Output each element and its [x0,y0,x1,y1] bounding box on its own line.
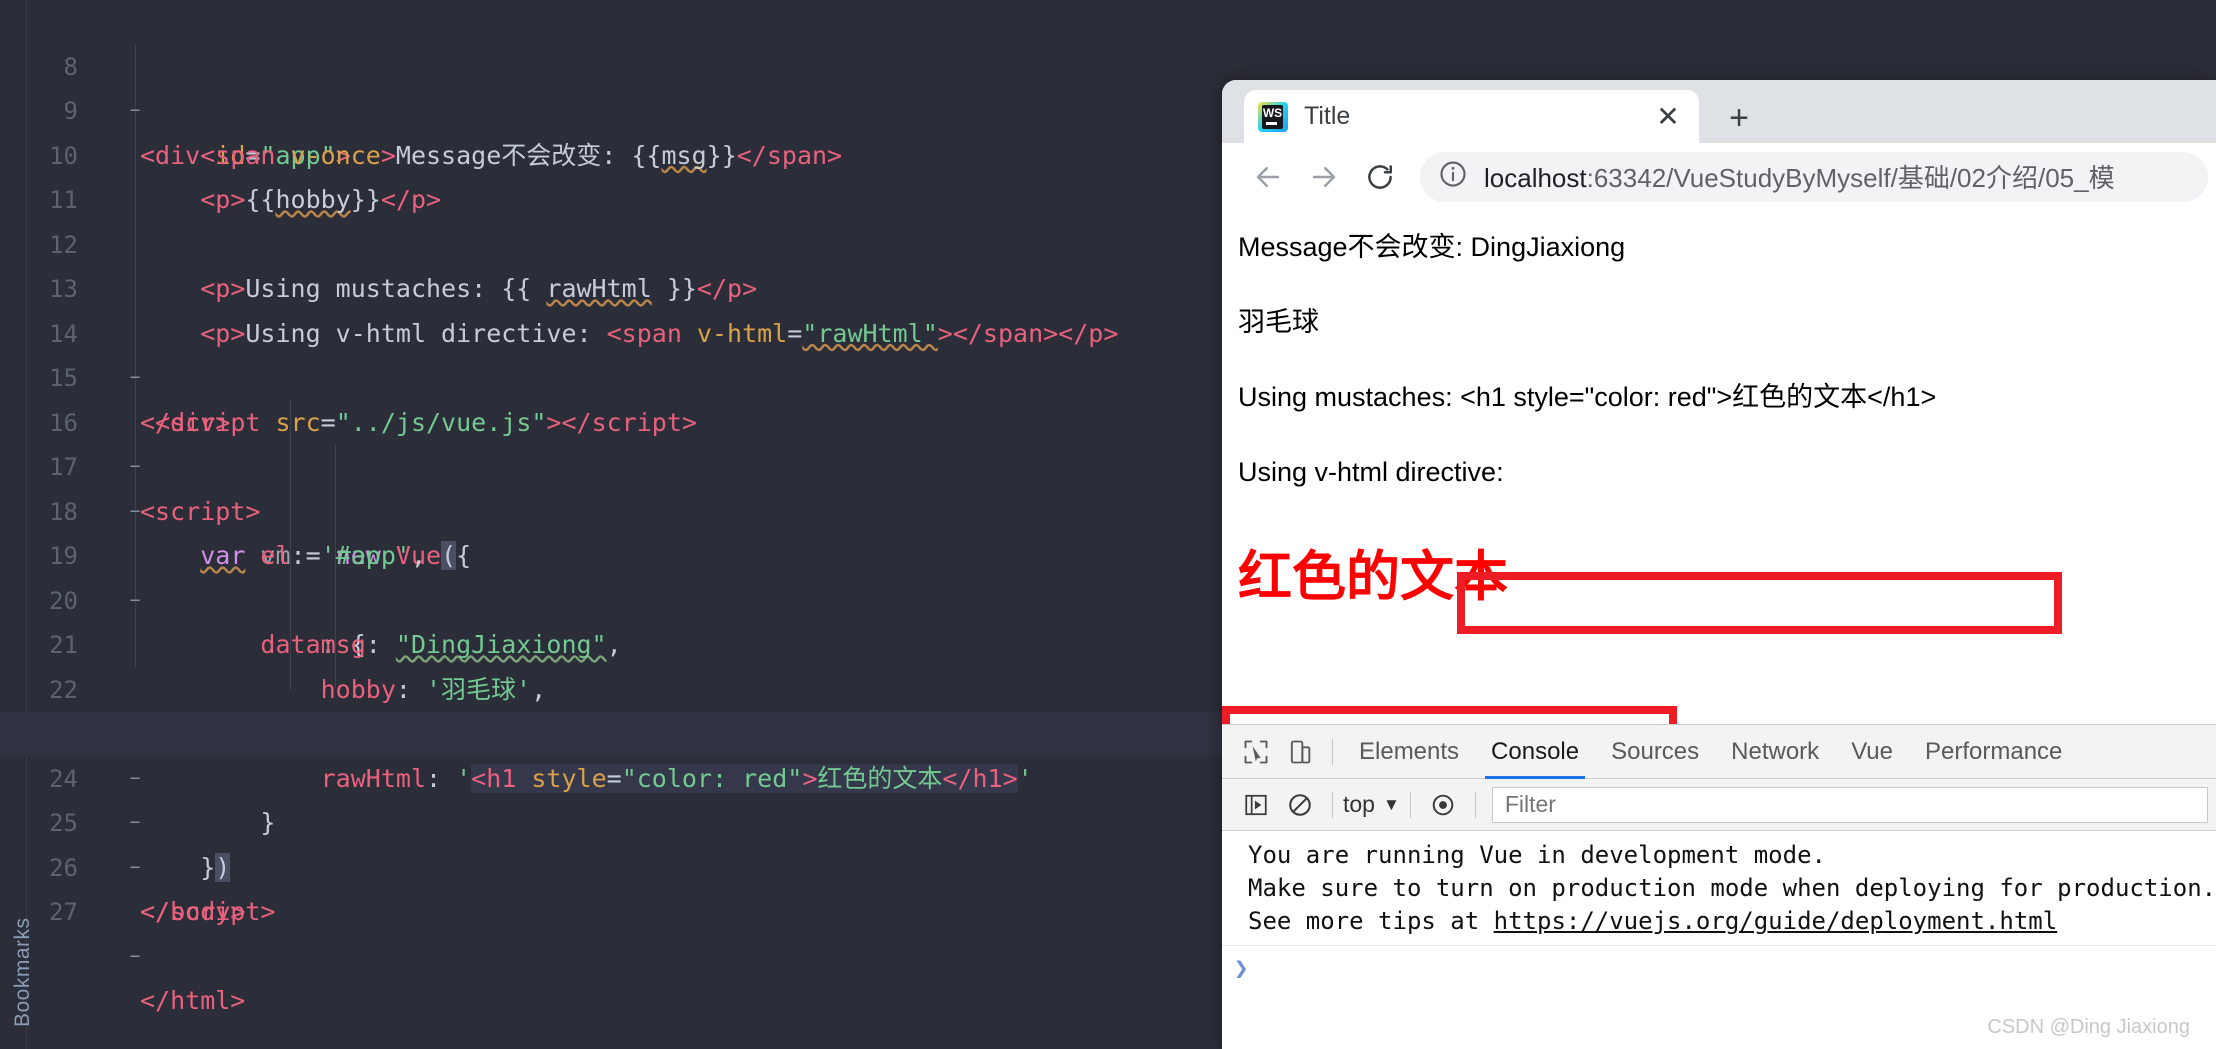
divider [1332,738,1333,765]
console-message: You are running Vue in development mode. [1248,841,1826,869]
favicon-label: WS [1262,104,1283,129]
execute-snippet-icon[interactable] [1234,783,1278,827]
message-text: Message不会改变: DingJiaxiong [1238,232,1626,262]
page-paragraph-4: Using v-html directive: [1238,457,2216,488]
browser-tab[interactable]: WS Title ✕ [1244,90,1699,143]
code-line[interactable]: 16 − <script> [0,356,1222,526]
page-paragraph-2: 羽毛球 [1238,307,2216,338]
code-line[interactable]: 8 − <div id="app"> [0,0,1222,170]
code-line-current[interactable]: 24 − }) [0,712,1222,882]
forward-arrow-icon[interactable] [1296,149,1352,205]
tab-sources[interactable]: Sources [1595,725,1715,779]
page-viewport: Message不会改变: DingJiaxiong 羽毛球 Using must… [1222,210,2216,724]
webstorm-favicon-icon: WS [1258,101,1288,132]
prompt-arrow-icon: ❯ [1234,954,1249,982]
tab-console[interactable]: Console [1475,725,1595,779]
new-tab-icon[interactable]: + [1717,96,1761,140]
address-bar-url: localhost:63342/VueStudyByMyself/基础/02介绍… [1484,158,2115,195]
vue-deployment-link[interactable]: https://vuejs.org/guide/deployment.html [1494,907,2058,935]
console-toolbar: top ▼ Filter [1222,779,2216,831]
code-line[interactable]: 14 − </div> [0,267,1222,437]
csdn-watermark: CSDN @Ding Jiaxiong [1987,1016,2190,1038]
code-line[interactable]: 26 </body> [0,801,1222,927]
devtools-panel: Elements Console Sources Network Vue Per… [1222,724,2216,1049]
code-line[interactable]: 9 <span v-once>Message不会改变: {{msg}}</spa… [0,45,1222,170]
console-tips-prefix: See more tips at [1248,907,1494,935]
browser-tab-title: Title [1304,102,1351,130]
page-paragraph-3: Using mustaches: <h1 style="color: red">… [1238,382,2216,413]
tab-vue[interactable]: Vue [1835,725,1909,779]
code-text: </html> [140,986,246,1015]
divider [1409,791,1411,818]
mustaches-text: Using mustaches: <h1 style="color: red">… [1238,382,2216,413]
hobby-text: 羽毛球 [1238,307,1319,338]
annotation-box-heading [1222,706,1677,724]
fold-marker[interactable]: − [126,935,144,980]
code-line[interactable]: 10 <p>{{hobby}}</p> [0,89,1222,215]
url-host: localhost [1484,163,1587,193]
code-line[interactable]: 11 [0,134,1222,214]
console-filter-placeholder: Filter [1504,791,1556,817]
tab-elements[interactable]: Elements [1343,725,1475,779]
code-line[interactable]: 23 − } [0,668,1222,837]
code-line[interactable]: 27 − </html> [0,846,1222,1015]
clear-console-icon[interactable] [1278,783,1322,827]
close-icon[interactable]: ✕ [1651,100,1685,134]
browser-window: WS Title ✕ + localhost:63342/VueStudyByM… [1222,80,2216,1049]
site-info-icon[interactable] [1438,159,1468,194]
line-number: 27 [49,898,78,926]
code-line[interactable]: 20 msg: "DingJiaxiong", [0,534,1222,660]
devtools-tabbar: Elements Console Sources Network Vue Per… [1222,725,2216,779]
code-line[interactable]: 17 − var vm = new Vue({ [0,401,1222,570]
divider [1474,791,1476,818]
reload-icon[interactable] [1352,149,1408,205]
divider [1332,791,1333,818]
back-arrow-icon[interactable] [1240,149,1296,205]
url-path: :63342/VueStudyByMyself/基础/02介绍/05_模 [1586,163,2115,193]
browser-tab-strip: WS Title ✕ + [1222,80,2216,143]
ide-editor-pane: Bookmarks 8 − <div id="app"> 9 <span v-o… [0,0,1222,1049]
console-filter-input[interactable]: Filter [1491,786,2208,823]
code-line[interactable]: 25 − </script> [0,757,1222,926]
page-paragraph-1: Message不会改变: DingJiaxiong [1238,232,2216,263]
inspect-cursor-icon[interactable] [1234,730,1278,774]
screenshot-root: Bookmarks 8 − <div id="app"> 9 <span v-o… [0,0,2216,1049]
code-line[interactable]: 22 rawHtml: '<h1 style="color: red">红色的文… [0,623,1222,793]
console-message: See more tips at https://vuejs.org/guide… [1248,905,2216,938]
tab-performance[interactable]: Performance [1909,725,2078,779]
device-toolbar-icon[interactable] [1278,730,1322,774]
tab-network[interactable]: Network [1715,725,1835,779]
code-line[interactable]: 18 el: '#app', [0,445,1222,571]
mustaches-label: Using mustaches: [1238,382,1461,413]
browser-toolbar: localhost:63342/VueStudyByMyself/基础/02介绍… [1222,143,2216,210]
red-heading: 红色的文本 [1238,547,1508,608]
mustaches-raw-value: <h1 style="color: red">红色的文本</h1> [1460,382,1937,413]
code-line[interactable]: 19 − data: { [0,490,1222,659]
code-line[interactable]: 12 <p>Using mustaches: {{ rawHtml }}</p> [0,178,1222,304]
code-line[interactable]: 13 <p>Using v-html directive: <span v-ht… [0,223,1222,348]
page-heading-row: 红色的文本 [1238,532,2216,611]
chevron-down-icon: ▼ [1382,794,1400,814]
code-line[interactable]: 15 <script src="../js/vue.js"></script> [0,312,1222,437]
console-context-selector[interactable]: top ▼ [1343,791,1400,818]
code-line[interactable]: 21 hobby: '羽毛球', [0,579,1222,704]
live-expression-icon[interactable] [1421,783,1465,827]
console-output: You are running Vue in development mode.… [1222,831,2216,982]
address-bar[interactable]: localhost:63342/VueStudyByMyself/基础/02介绍… [1420,151,2208,202]
code-text: </body> [140,897,246,926]
console-prompt[interactable]: ❯ [1234,946,2216,982]
vhtml-label: Using v-html directive: [1238,457,1504,488]
ide-code-lines[interactable]: 8 − <div id="app"> 9 <span v-once>Messag… [0,0,1222,1049]
console-message: Make sure to turn on production mode whe… [1248,874,2216,902]
console-context-label: top [1343,791,1375,817]
